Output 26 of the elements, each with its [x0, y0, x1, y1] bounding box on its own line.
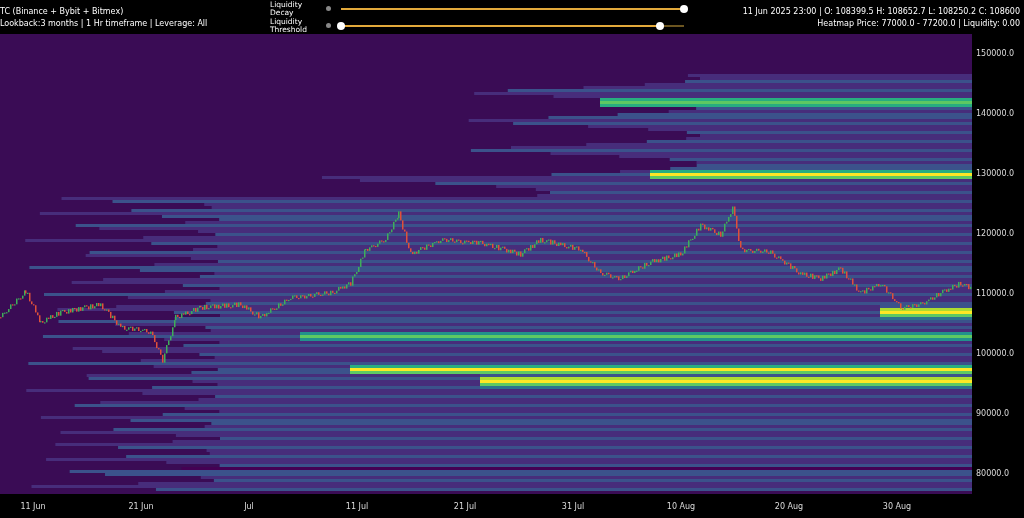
chart-title: TC (Binance + Bybit + Bitmex): [0, 6, 125, 16]
y-axis-label: 90000.0: [976, 409, 1010, 418]
x-axis-label: 31 Jul: [561, 502, 585, 511]
y-axis-label: 110000.0: [976, 289, 1015, 298]
heatmap-readout: Heatmap Price: 77000.0 - 77200.0 | Liquidity: 0.00: [817, 18, 1020, 28]
x-axis-label: 21 Jul: [453, 502, 477, 511]
x-axis-label: Jul: [244, 502, 254, 511]
y-axis-label: 140000.0: [976, 109, 1015, 118]
y-axis-label: 130000.0: [976, 169, 1015, 178]
slider-thumb[interactable]: [337, 21, 345, 30]
reset-dot-icon[interactable]: [326, 6, 331, 11]
slider-thumb[interactable]: [680, 4, 688, 13]
x-axis-label: 21 Jun: [128, 502, 154, 511]
slider-thumb[interactable]: [656, 21, 664, 30]
x-axis-label: 20 Aug: [774, 502, 804, 511]
x-axis-label: 30 Aug: [882, 502, 912, 511]
y-axis-label: 80000.0: [976, 469, 1010, 478]
x-axis-label: 11 Jul: [345, 502, 369, 511]
y-axis-label: 100000.0: [976, 349, 1015, 358]
chart-subtitle: Lookback:3 months | 1 Hr timeframe | Leverage: All: [0, 18, 209, 28]
y-axis-label: 120000.0: [976, 229, 1015, 238]
y-axis-label: 150000.0: [976, 49, 1015, 58]
x-axis-label: 11 Jun: [20, 502, 46, 511]
reset-dot-icon[interactable]: [326, 23, 331, 28]
ohlc-readout: 11 Jun 2025 23:00 | O: 108399.5 H: 108652.7 L: 108250.2 C: 108600: [742, 6, 1020, 16]
x-axis-label: 10 Aug: [666, 502, 696, 511]
